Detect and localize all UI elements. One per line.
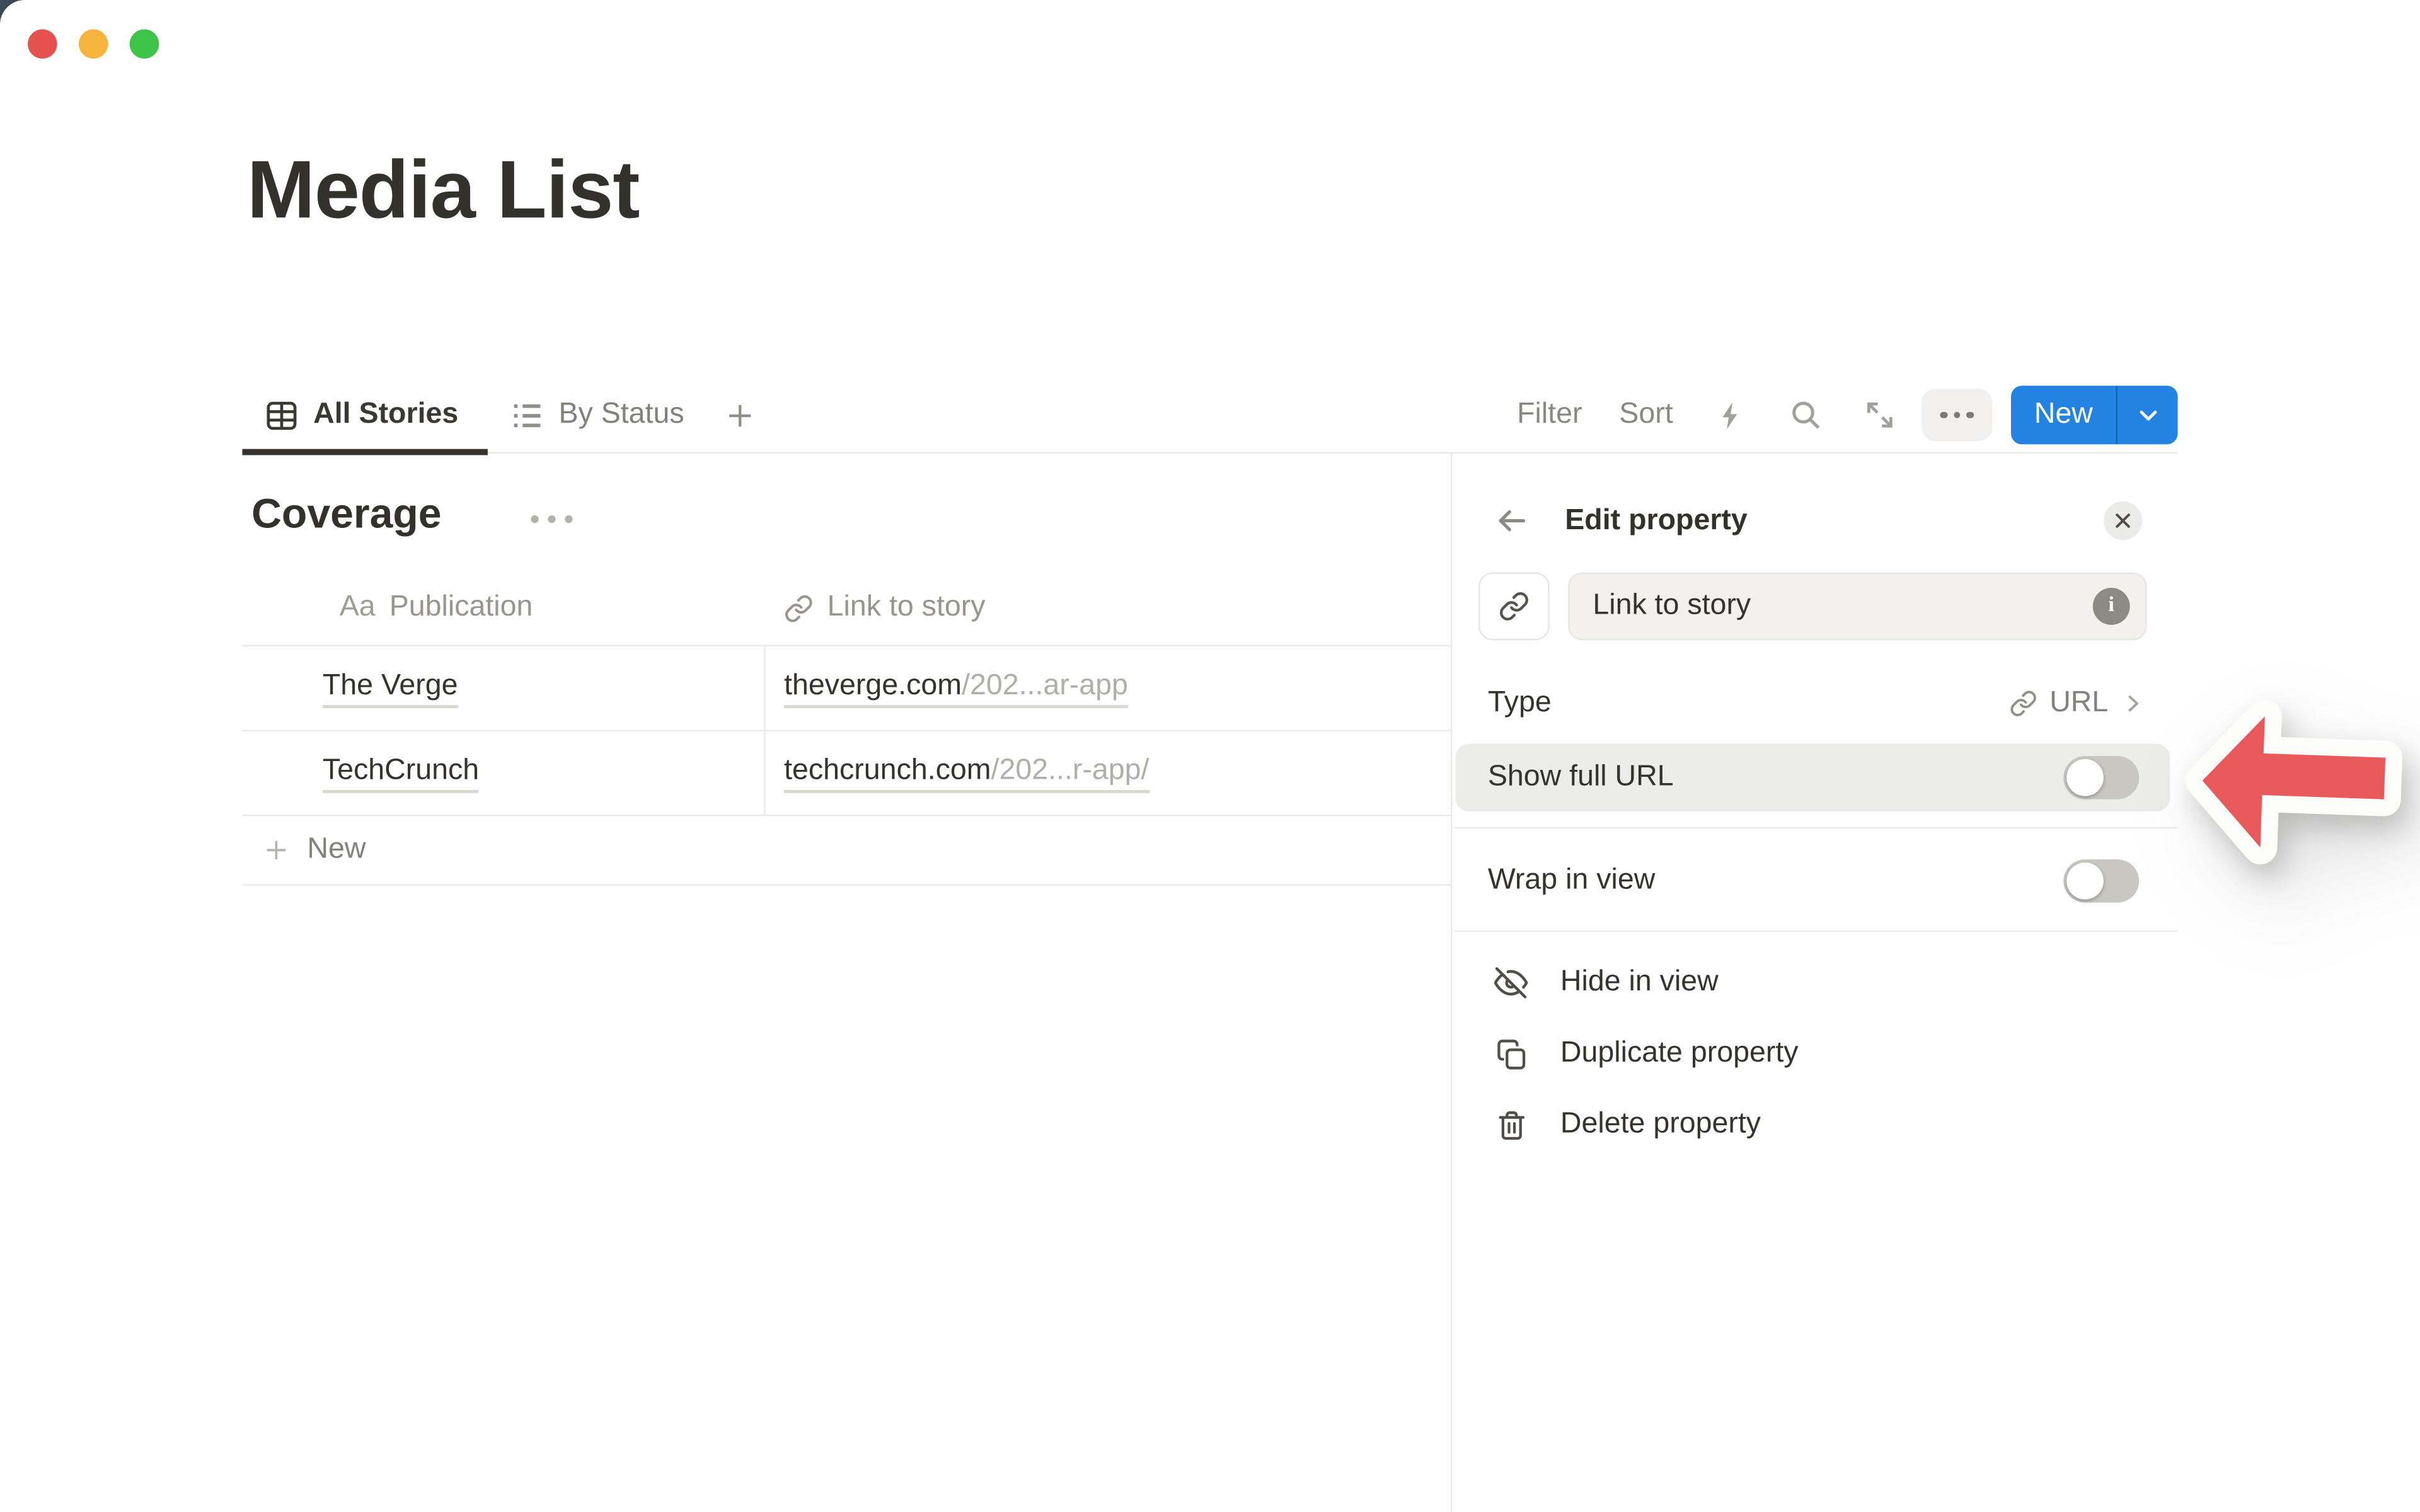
traffic-light-zoom[interactable]: [130, 30, 159, 59]
show-full-url-label: Show full URL: [1488, 760, 1674, 794]
type-row[interactable]: Type URL: [1452, 673, 2145, 735]
view-controls: Filter Sort: [1517, 386, 2177, 444]
chevron-right-icon: [2121, 691, 2145, 716]
wrap-in-view-row[interactable]: Wrap in view: [1455, 847, 2170, 915]
divider: [1454, 827, 2178, 828]
list-view-icon: [509, 398, 544, 433]
view-toolbar: All Stories By Status: [242, 378, 2177, 454]
expand-icon[interactable]: [1863, 398, 1897, 432]
tab-all-stories-label: All Stories: [313, 398, 458, 432]
menu-item-delete-property[interactable]: Delete property: [1452, 1089, 2179, 1160]
column-header-publication-label: Publication: [389, 591, 533, 625]
page-title: Media List: [247, 144, 639, 238]
cell-publication[interactable]: TechCrunch: [242, 731, 764, 815]
table-row: The Verge theverge.com/202...ar-app: [242, 646, 1451, 731]
column-divider: [764, 646, 765, 816]
menu-item-label: Hide in view: [1560, 966, 1719, 1000]
cell-url[interactable]: theverge.com/202...ar-app: [764, 646, 1451, 730]
cell-publication[interactable]: The Verge: [242, 646, 764, 730]
divider: [1454, 931, 2178, 932]
show-full-url-row[interactable]: Show full URL: [1455, 743, 2170, 811]
new-button[interactable]: New: [2011, 386, 2178, 444]
group-title: Coverage: [251, 491, 441, 539]
link-icon: [2010, 690, 2037, 718]
trash-icon: [1494, 1109, 1528, 1141]
property-link-icon-button[interactable]: [1478, 573, 1550, 641]
publication-link[interactable]: The Verge: [323, 669, 458, 707]
tab-by-status-label: By Status: [558, 398, 684, 432]
tab-all-stories[interactable]: All Stories: [242, 378, 487, 452]
new-dropdown-chevron[interactable]: [2118, 386, 2178, 444]
stories-table: Aa Publication Link to story The Verge: [242, 571, 1451, 886]
red-arrow-annotation: [2181, 696, 2420, 878]
info-icon[interactable]: i: [2093, 588, 2130, 625]
back-arrow-icon[interactable]: [1494, 503, 1530, 538]
new-row-button[interactable]: New: [242, 816, 1451, 886]
link-icon: [784, 593, 814, 623]
column-header-publication[interactable]: Aa Publication: [242, 571, 764, 645]
toggle-knob: [2066, 759, 2104, 796]
property-name-row: Link to story i: [1478, 573, 2146, 641]
url-path: /202...ar-app: [962, 669, 1128, 701]
story-url-link[interactable]: theverge.com/202...ar-app: [784, 669, 1128, 707]
table-header-row: Aa Publication Link to story: [242, 571, 1451, 646]
traffic-light-minimize[interactable]: [79, 30, 108, 59]
menu-item-label: Duplicate property: [1560, 1037, 1799, 1071]
wrap-in-view-label: Wrap in view: [1488, 864, 1655, 898]
cell-url[interactable]: techcrunch.com/202...r-app/: [764, 731, 1451, 815]
automation-lightning-icon[interactable]: [1715, 399, 1747, 431]
text-type-icon: Aa: [340, 591, 376, 625]
menu-item-label: Delete property: [1560, 1108, 1761, 1142]
add-view-button[interactable]: [724, 399, 756, 431]
show-full-url-toggle[interactable]: [2063, 756, 2139, 799]
story-url-link[interactable]: techcrunch.com/202...r-app/: [784, 753, 1149, 792]
table-row: TechCrunch techcrunch.com/202...r-app/: [242, 731, 1451, 816]
traffic-light-close[interactable]: [28, 30, 57, 59]
filter-button[interactable]: Filter: [1517, 398, 1582, 432]
plus-icon: [262, 836, 290, 864]
type-value: URL: [2010, 687, 2146, 721]
eye-off-icon: [1494, 966, 1528, 1000]
publication-link[interactable]: TechCrunch: [323, 753, 479, 792]
menu-item-duplicate-property[interactable]: Duplicate property: [1452, 1018, 2179, 1089]
url-path: /202...r-app/: [991, 753, 1150, 786]
panel-header: Edit property: [1494, 501, 2143, 540]
app-window: Media List All Stories: [0, 0, 2420, 1512]
property-name-value: Link to story: [1593, 590, 1751, 624]
url-domain: techcrunch.com: [784, 753, 991, 786]
panel-title: Edit property: [1565, 504, 2104, 538]
view-tabs: All Stories By Status: [242, 378, 756, 452]
close-icon[interactable]: [2104, 501, 2142, 540]
url-domain: theverge.com: [784, 669, 962, 701]
tab-by-status[interactable]: By Status: [509, 378, 684, 452]
group-menu-dots-icon[interactable]: [531, 515, 572, 523]
search-icon[interactable]: [1789, 398, 1823, 432]
type-value-text: URL: [2049, 687, 2108, 721]
table-view-icon: [264, 398, 299, 433]
type-label: Type: [1488, 687, 1552, 721]
sort-button[interactable]: Sort: [1619, 398, 1673, 432]
property-actions-menu: Hide in view Duplicate property: [1452, 948, 2179, 1160]
menu-item-hide-in-view[interactable]: Hide in view: [1452, 948, 2179, 1019]
column-header-link[interactable]: Link to story: [764, 571, 1451, 645]
property-name-input[interactable]: Link to story i: [1568, 573, 2146, 641]
duplicate-icon: [1494, 1038, 1528, 1070]
new-row-label: New: [307, 833, 366, 867]
more-options-button[interactable]: [1922, 389, 1993, 441]
column-header-link-label: Link to story: [827, 591, 986, 625]
edit-property-panel: Edit property Link to story i: [1451, 454, 2179, 1512]
toggle-knob: [2066, 862, 2104, 900]
app-window-stage: Media List All Stories: [0, 0, 2420, 1512]
new-button-label[interactable]: New: [2011, 386, 2116, 444]
wrap-in-view-toggle[interactable]: [2063, 859, 2139, 903]
